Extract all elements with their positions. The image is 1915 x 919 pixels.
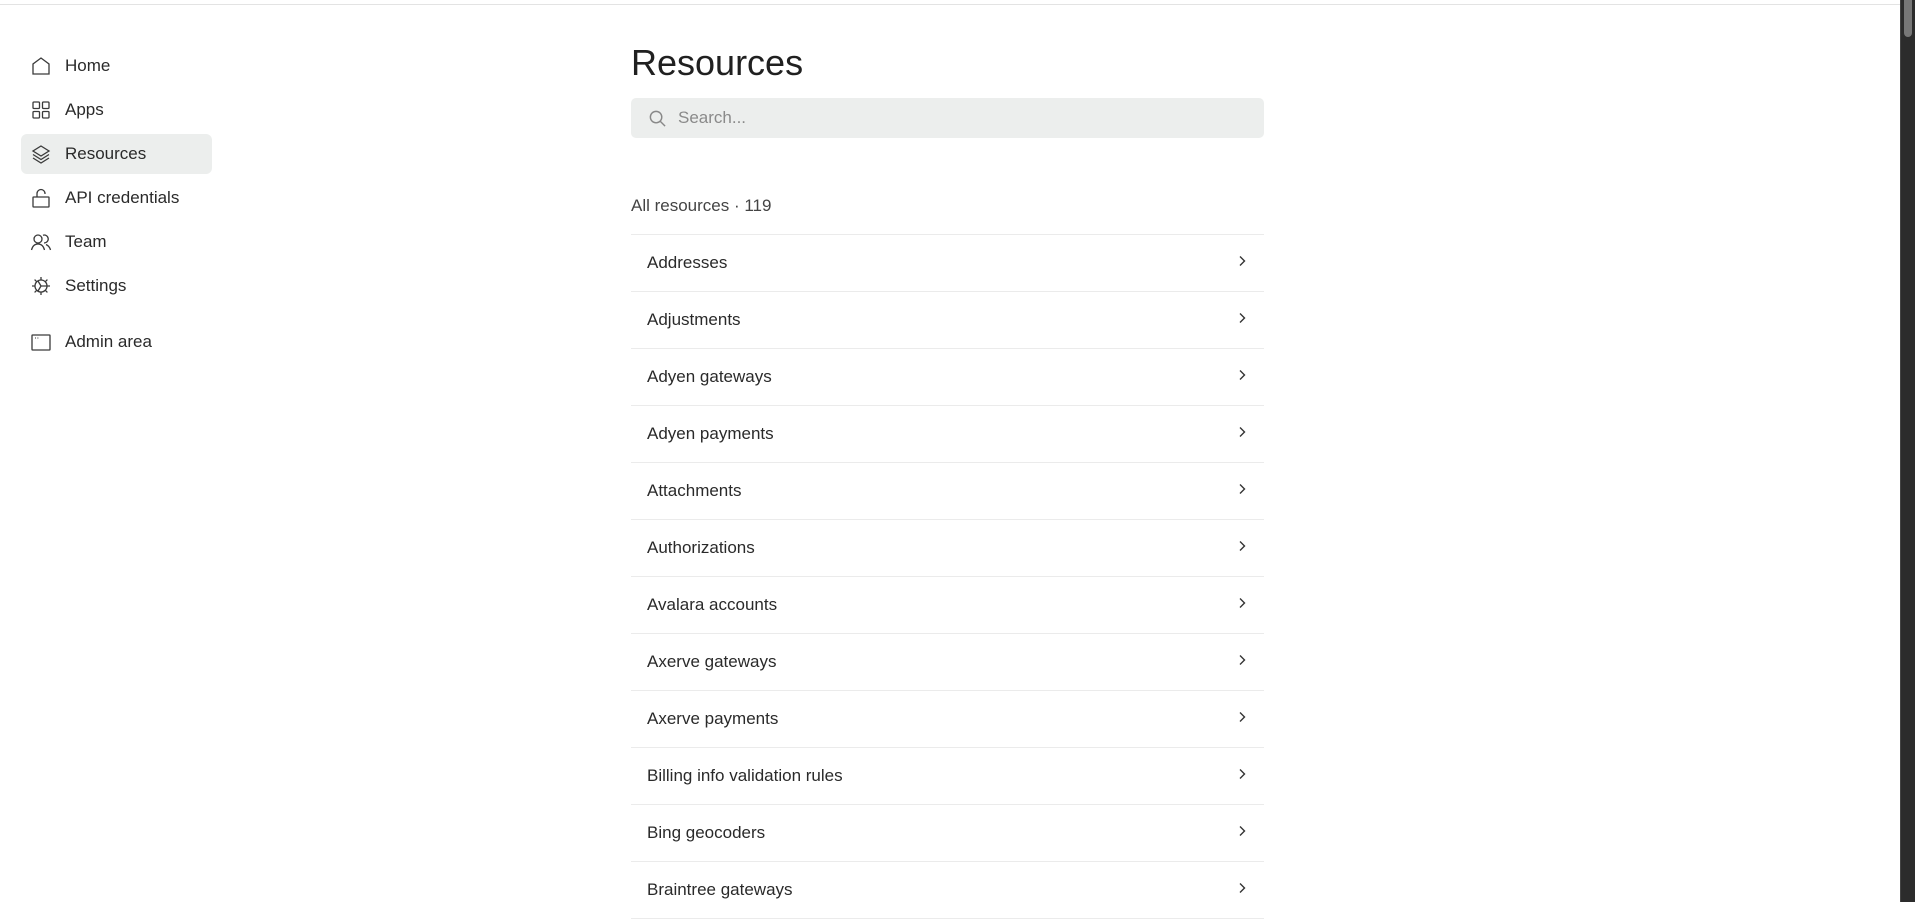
search-input[interactable]: [676, 107, 1240, 129]
lock-open-icon: [30, 187, 52, 209]
sidebar-item-label: Resources: [65, 144, 147, 163]
resource-label: Authorizations: [647, 538, 755, 557]
resource-label: Avalara accounts: [647, 595, 778, 614]
resource-row-adyen-gateways[interactable]: Adyen gateways: [631, 349, 1264, 406]
resource-row-axerve-gateways[interactable]: Axerve gateways: [631, 634, 1264, 691]
resource-label: Bing geocoders: [647, 823, 766, 842]
sidebar-item-label: Apps: [65, 100, 104, 119]
chevron-right-icon: [1236, 425, 1248, 443]
resource-row-attachments[interactable]: Attachments: [631, 463, 1264, 520]
resource-label: Braintree gateways: [647, 880, 793, 899]
sidebar-item-admin-area[interactable]: Admin area: [21, 322, 212, 362]
sidebar-item-home[interactable]: Home: [21, 46, 212, 86]
resource-list: Addresses Adjustments Adyen gateways Ady…: [631, 234, 1264, 919]
resource-row-addresses[interactable]: Addresses: [631, 235, 1264, 292]
chevron-right-icon: [1236, 482, 1248, 500]
chevron-right-icon: [1236, 653, 1248, 671]
chevron-right-icon: [1236, 539, 1248, 557]
chevron-right-icon: [1236, 311, 1248, 329]
page-title: Resources: [631, 42, 804, 83]
users-icon: [30, 231, 52, 253]
sidebar-item-team[interactable]: Team: [21, 222, 212, 262]
sidebar-item-label: Admin area: [65, 332, 152, 351]
chevron-right-icon: [1236, 881, 1248, 899]
resource-row-authorizations[interactable]: Authorizations: [631, 520, 1264, 577]
chevron-right-icon: [1236, 824, 1248, 842]
gear-icon: [30, 275, 52, 297]
resource-row-adyen-payments[interactable]: Adyen payments: [631, 406, 1264, 463]
sidebar: Home Apps Resources API credentials Team…: [21, 46, 212, 366]
sidebar-item-api-credentials[interactable]: API credentials: [21, 178, 212, 218]
resource-label: Addresses: [647, 253, 728, 272]
chevron-right-icon: [1236, 596, 1248, 614]
main-content: Resources All resources · 119 Addresses …: [631, 38, 1264, 919]
chevron-right-icon: [1236, 710, 1248, 728]
resource-row-adjustments[interactable]: Adjustments: [631, 292, 1264, 349]
resource-label: Axerve payments: [647, 709, 779, 728]
chevron-right-icon: [1236, 368, 1248, 386]
resource-row-axerve-payments[interactable]: Axerve payments: [631, 691, 1264, 748]
search-bar[interactable]: [631, 98, 1264, 138]
chevron-right-icon: [1236, 254, 1248, 272]
vertical-scrollbar[interactable]: [1900, 0, 1915, 902]
sidebar-item-label: Home: [65, 56, 111, 75]
search-icon: [649, 110, 666, 127]
sidebar-item-label: Settings: [65, 276, 127, 295]
resources-count: All resources · 119: [631, 196, 772, 215]
resource-label: Adyen gateways: [647, 367, 772, 386]
sidebar-item-resources[interactable]: Resources: [21, 134, 212, 174]
sidebar-item-settings[interactable]: Settings: [21, 266, 212, 306]
sidebar-item-label: API credentials: [65, 188, 180, 207]
resource-label: Attachments: [647, 481, 742, 500]
resource-row-avalara-accounts[interactable]: Avalara accounts: [631, 577, 1264, 634]
resource-row-billing-info-validation-rules[interactable]: Billing info validation rules: [631, 748, 1264, 805]
sidebar-item-apps[interactable]: Apps: [21, 90, 212, 130]
home-icon: [30, 55, 52, 77]
scrollbar-thumb[interactable]: [1904, 0, 1912, 37]
apps-grid-icon: [30, 99, 52, 121]
sidebar-item-label: Team: [65, 232, 107, 251]
resource-label: Adyen payments: [647, 424, 774, 443]
resource-row-bing-geocoders[interactable]: Bing geocoders: [631, 805, 1264, 862]
resource-label: Billing info validation rules: [647, 766, 843, 785]
resource-row-braintree-gateways[interactable]: Braintree gateways: [631, 862, 1264, 919]
top-border: [0, 4, 1900, 5]
resource-label: Axerve gateways: [647, 652, 777, 671]
resource-label: Adjustments: [647, 310, 741, 329]
window-icon: [30, 331, 52, 353]
layers-icon: [30, 143, 52, 165]
chevron-right-icon: [1236, 767, 1248, 785]
